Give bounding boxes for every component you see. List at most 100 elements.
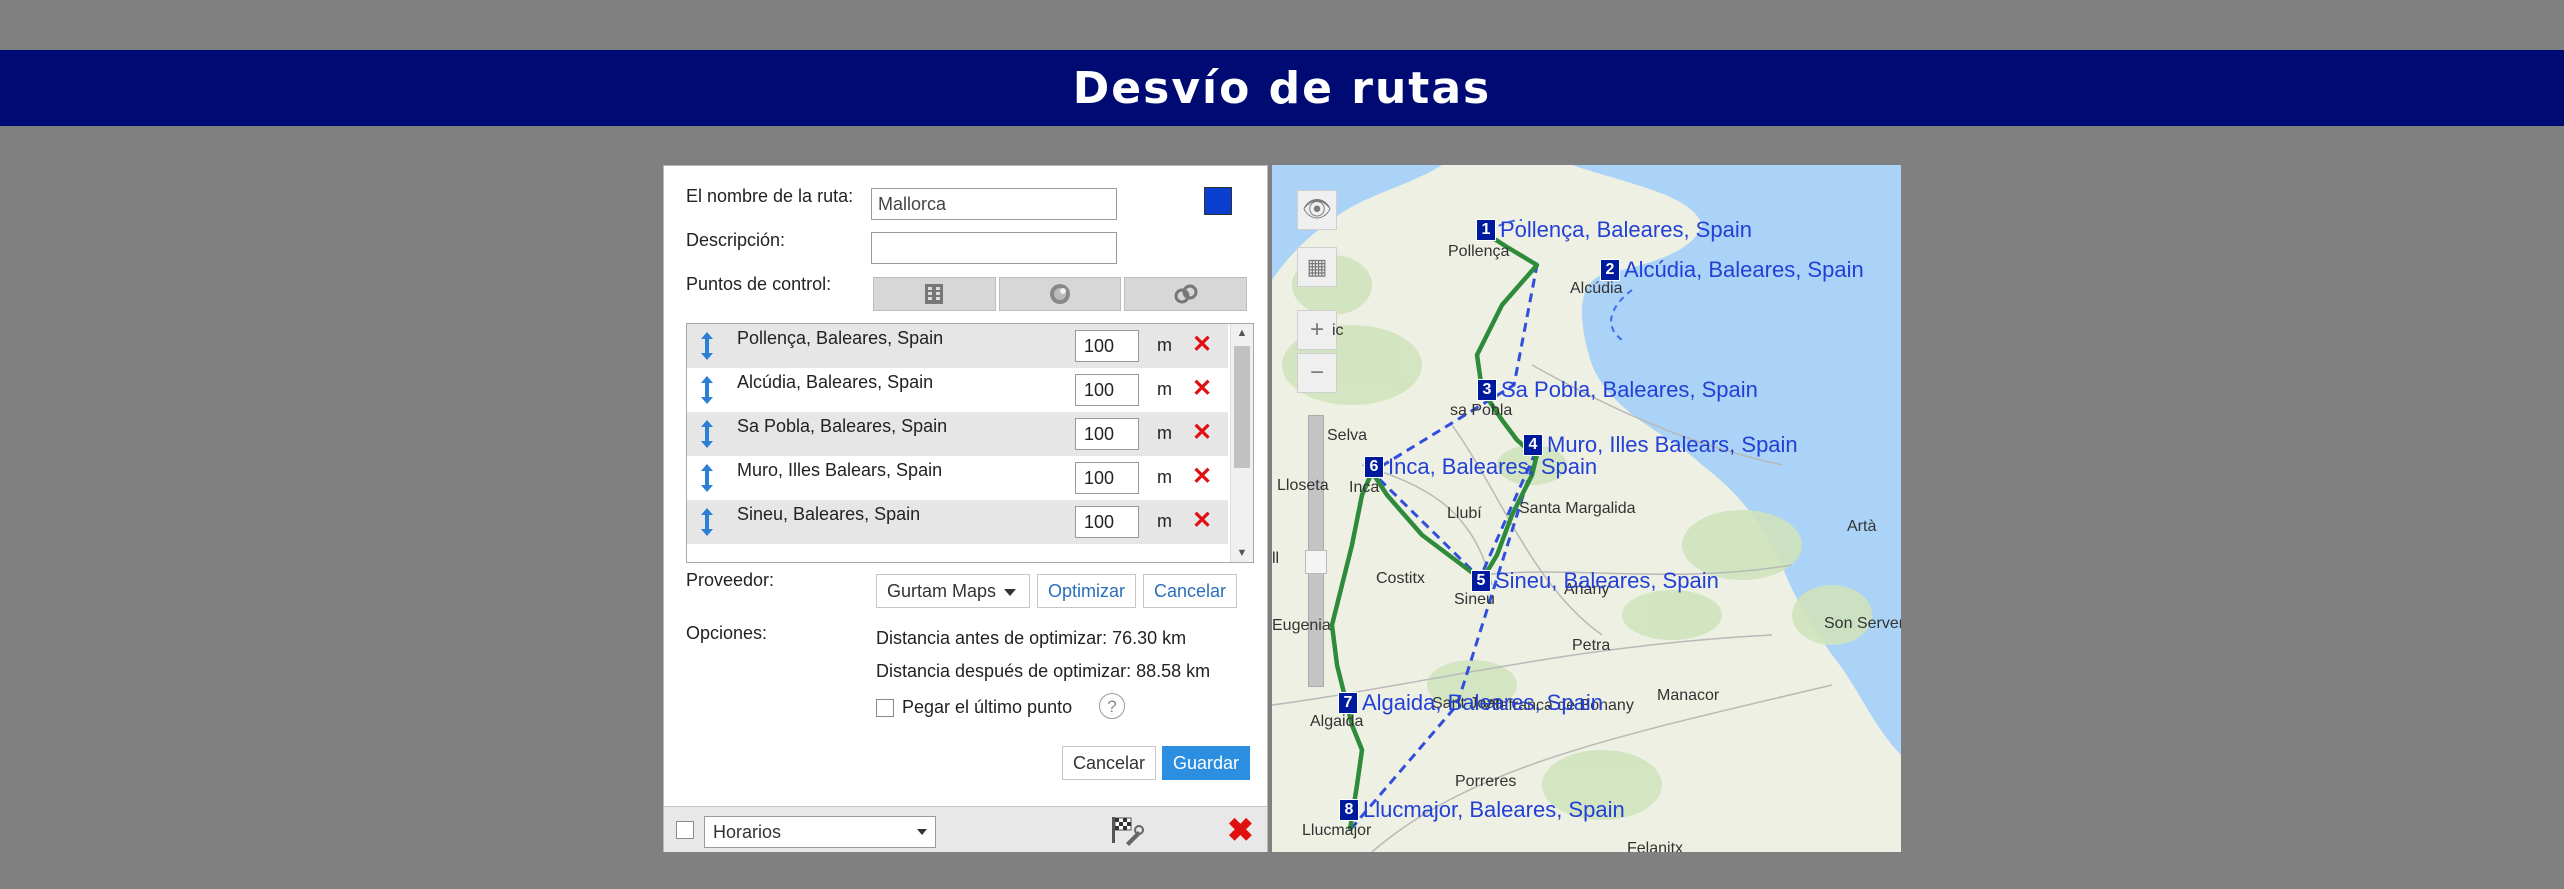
point-name: Sa Pobla, Baleares, Spain — [737, 416, 948, 436]
zoom-in-button[interactable]: + — [1297, 310, 1337, 350]
town-label: Llucmajor — [1302, 822, 1372, 839]
chain-icon — [1174, 284, 1198, 304]
control-points-list: Pollença, Baleares, Spain 100 m ✕ Alcúdi… — [686, 323, 1254, 563]
cancel-button[interactable]: Cancelar — [1062, 746, 1157, 780]
tab-points-list[interactable] — [873, 277, 996, 311]
town-label: Son Servera — [1824, 615, 1901, 632]
tab-add-point[interactable] — [998, 277, 1122, 311]
waypoint-marker[interactable]: 2 Alcúdia, Baleares, Spain — [1600, 257, 1864, 283]
route-color-picker[interactable] — [1204, 187, 1232, 215]
town-label: Pollença — [1448, 243, 1510, 260]
scrollbar-thumb[interactable] — [1234, 346, 1250, 468]
point-radius-input[interactable]: 100 — [1075, 506, 1139, 538]
page-title: Desvío de rutas — [1072, 62, 1492, 114]
town-label: Porreres — [1455, 773, 1517, 790]
route-name-input[interactable]: Mallorca — [871, 188, 1117, 220]
stick-last-point-label: Pegar el último punto — [902, 697, 1073, 717]
list-item[interactable]: Alcúdia, Baleares, Spain 100 m ✕ — [687, 368, 1228, 412]
zoom-slider-handle[interactable] — [1305, 550, 1327, 574]
town-label: Llubí — [1447, 505, 1482, 522]
waypoint-marker[interactable]: 6 Inca, Baleares, Spain — [1364, 454, 1597, 480]
radius-unit: m — [1157, 467, 1172, 487]
optimize-button[interactable]: Optimizar — [1037, 574, 1137, 608]
point-name: Sineu, Baleares, Spain — [737, 504, 921, 524]
close-icon[interactable]: ✖ — [1227, 811, 1254, 849]
point-name: Alcúdia, Baleares, Spain — [737, 372, 934, 392]
delete-point-icon[interactable]: ✕ — [1192, 506, 1212, 535]
point-radius-input[interactable]: 100 — [1075, 374, 1139, 406]
waypoint-marker[interactable]: 5 Sineu, Baleares, Spain — [1471, 568, 1719, 594]
description-label: Descripción: — [686, 230, 786, 250]
chevron-down-icon — [917, 829, 927, 835]
route-dialog: El nombre de la ruta: Mallorca Descripci… — [663, 165, 1268, 852]
scroll-down-icon[interactable]: ▼ — [1231, 546, 1253, 560]
town-label: Lloseta — [1277, 477, 1329, 494]
help-icon[interactable]: ? — [1099, 693, 1125, 719]
radius-unit: m — [1157, 379, 1172, 399]
zoom-out-button[interactable]: − — [1297, 353, 1337, 393]
scroll-up-icon[interactable]: ▲ — [1231, 326, 1253, 340]
drag-handle-icon[interactable] — [699, 330, 715, 362]
town-label: Santa Margalida — [1519, 500, 1636, 517]
map-view[interactable]: 👁 ▦ + − Pollença Alcúdia sa Pobla Selva … — [1272, 165, 1901, 852]
stick-last-point-checkbox[interactable] — [876, 699, 894, 717]
town-label: sa Pobla — [1450, 402, 1513, 419]
provider-label: Proveedor: — [686, 570, 775, 590]
drag-handle-icon[interactable] — [699, 374, 715, 406]
map-layers-icon[interactable]: ▦ — [1297, 247, 1337, 287]
town-label: Costitx — [1376, 570, 1425, 587]
chevron-down-icon — [1004, 588, 1017, 596]
point-radius-input[interactable]: 100 — [1075, 418, 1139, 450]
provider-cancel-button[interactable]: Cancelar — [1143, 574, 1238, 608]
tab-chain-points[interactable] — [1124, 277, 1248, 311]
flag-wrench-icon[interactable] — [1106, 815, 1144, 847]
town-label: Felanitx — [1627, 840, 1684, 852]
waypoint-marker[interactable]: 1 Pollença, Baleares, Spain — [1476, 217, 1752, 243]
town-label: Manacor — [1657, 687, 1720, 704]
options-label: Opciones: — [686, 623, 768, 643]
point-radius-input[interactable]: 100 — [1075, 462, 1139, 494]
delete-point-icon[interactable]: ✕ — [1192, 330, 1212, 359]
list-item[interactable]: Sa Pobla, Baleares, Spain 100 m ✕ — [687, 412, 1228, 456]
town-label: ll — [1272, 550, 1280, 567]
dialog-footer: Horarios ✖ — [664, 806, 1267, 852]
route-name-label: El nombre de la ruta: — [686, 186, 854, 206]
point-radius-input[interactable]: 100 — [1075, 330, 1139, 362]
drag-handle-icon[interactable] — [699, 462, 715, 494]
save-button[interactable]: Guardar — [1162, 746, 1251, 780]
radius-unit: m — [1157, 335, 1172, 355]
list-item[interactable]: Sineu, Baleares, Spain 100 m ✕ — [687, 500, 1228, 544]
radius-unit: m — [1157, 423, 1172, 443]
provider-select[interactable]: Gurtam Maps — [876, 574, 1030, 608]
schedule-select[interactable]: Horarios — [704, 816, 936, 848]
list-scrollbar[interactable]: ▲ ▼ — [1230, 324, 1253, 562]
town-label: Eugenia — [1272, 617, 1331, 634]
control-points-label: Puntos de control: — [686, 274, 832, 294]
list-icon — [925, 284, 944, 304]
town-label: Inca — [1349, 479, 1380, 496]
schedule-checkbox[interactable] — [676, 821, 694, 839]
visibility-toggle-icon[interactable]: 👁 — [1297, 190, 1337, 230]
schedule-selected: Horarios — [713, 822, 782, 842]
delete-point-icon[interactable]: ✕ — [1192, 374, 1212, 403]
control-points-toolbar — [873, 277, 1248, 311]
point-name: Muro, Illes Balears, Spain — [737, 460, 943, 480]
list-item[interactable]: Pollença, Baleares, Spain 100 m ✕ — [687, 324, 1228, 368]
town-label: ic — [1332, 322, 1344, 339]
drag-handle-icon[interactable] — [699, 418, 715, 450]
distance-before: Distancia antes de optimizar: 76.30 km — [876, 628, 1187, 648]
drag-handle-icon[interactable] — [699, 506, 715, 538]
town-label: Selva — [1327, 427, 1368, 444]
town-label: Artà — [1847, 518, 1877, 535]
radius-unit: m — [1157, 511, 1172, 531]
delete-point-icon[interactable]: ✕ — [1192, 418, 1212, 447]
add-point-icon — [1050, 284, 1070, 304]
title-bar: Desvío de rutas — [0, 50, 2564, 126]
waypoint-marker[interactable]: 3 Sa Pobla, Baleares, Spain — [1477, 377, 1758, 403]
waypoint-marker[interactable]: 7 Algaida, Baleares, Spain — [1338, 690, 1603, 716]
list-item[interactable]: Muro, Illes Balears, Spain 100 m ✕ — [687, 456, 1228, 500]
description-input[interactable] — [871, 232, 1117, 264]
town-label: Petra — [1572, 637, 1611, 654]
waypoint-marker[interactable]: 8 Llucmajor, Baleares, Spain — [1339, 797, 1625, 823]
delete-point-icon[interactable]: ✕ — [1192, 462, 1212, 491]
